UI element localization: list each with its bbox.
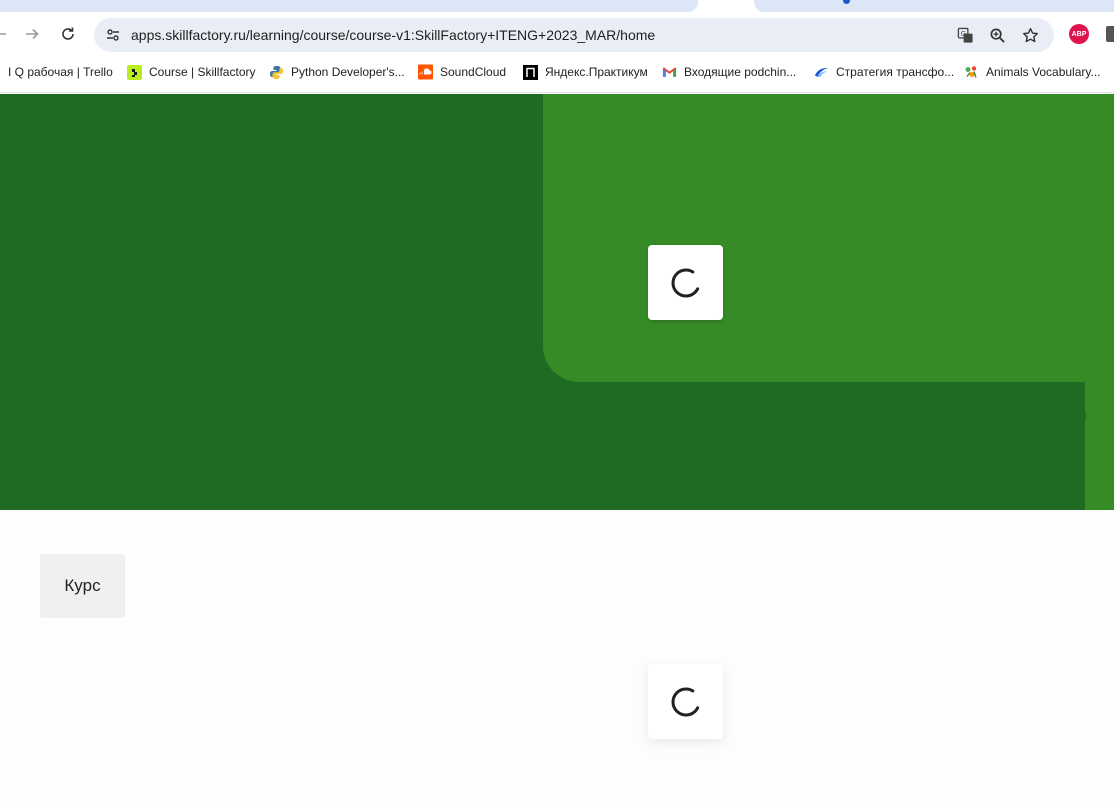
forward-button[interactable] [20, 22, 44, 46]
animals-icon [964, 65, 979, 80]
bookmark-label: Course | Skillfactory [149, 65, 256, 79]
tab-course[interactable]: Курс [40, 554, 125, 618]
praktikum-icon [523, 64, 538, 80]
strategy-icon [814, 65, 829, 80]
hero-panel-edge [1085, 382, 1114, 510]
site-settings-icon[interactable] [102, 24, 124, 46]
spinner-icon [671, 687, 700, 716]
bookmark-label: I Q рабочая | Trello [8, 65, 113, 79]
url-text[interactable]: apps.skillfactory.ru/learning/course/cou… [131, 27, 655, 43]
extension-icon[interactable] [1106, 26, 1114, 42]
address-bar[interactable]: apps.skillfactory.ru/learning/course/cou… [94, 18, 1054, 52]
bookmark-trello[interactable]: I Q рабочая | Trello [8, 61, 113, 83]
back-button[interactable] [0, 22, 12, 46]
tab-strip [0, 0, 1114, 13]
bookmark-star-icon[interactable] [1018, 23, 1042, 47]
browser-chrome: apps.skillfactory.ru/learning/course/cou… [0, 0, 1114, 93]
bookmark-soundcloud[interactable]: SoundCloud [418, 61, 506, 83]
spinner-icon [671, 268, 700, 297]
skillfactory-icon [127, 64, 142, 80]
back-arrow-icon [0, 33, 6, 35]
bookmark-skillfactory[interactable]: Course | Skillfactory [127, 61, 255, 83]
hero-loading-indicator [648, 245, 723, 320]
gmail-icon [662, 65, 677, 80]
browser-tab[interactable] [0, 0, 698, 12]
bookmark-python[interactable]: Python Developer's... [269, 61, 405, 83]
reload-icon [62, 27, 74, 40]
tab-course-label: Курс [64, 576, 101, 595]
tab-indicator-icon [843, 0, 850, 4]
bookmark-label: SoundCloud [440, 65, 507, 79]
reload-button[interactable] [56, 22, 80, 46]
python-icon [269, 65, 284, 80]
bookmark-label: Входящие podchin... [684, 65, 797, 79]
bookmark-label: Яндекс.Практикум [545, 65, 648, 79]
bookmark-praktikum[interactable]: Яндекс.Практикум [523, 61, 648, 83]
hero-panel-notch [1050, 382, 1086, 418]
bookmark-label: Стратегия трансфо... [836, 65, 955, 79]
forward-arrow-icon [26, 28, 39, 40]
bookmark-label: Animals Vocabulary... [986, 65, 1101, 79]
adblock-plus-icon[interactable]: ABP [1069, 24, 1089, 44]
hero-panel [543, 94, 1114, 382]
bookmark-animals[interactable]: Animals Vocabulary... [964, 61, 1101, 83]
translate-icon[interactable]: G [953, 23, 977, 47]
content-loading-indicator [648, 664, 723, 739]
bookmark-strategy[interactable]: Стратегия трансфо... [814, 61, 954, 83]
zoom-icon[interactable] [985, 23, 1009, 47]
soundcloud-icon [418, 64, 433, 80]
browser-tab[interactable] [754, 0, 1114, 12]
bookmark-gmail[interactable]: Входящие podchin... [662, 61, 796, 83]
svg-text:G: G [960, 29, 965, 37]
bookmarks-bar: I Q рабочая | Trello Course | Skillfacto… [0, 61, 1114, 83]
course-hero [0, 94, 1114, 510]
bookmark-label: Python Developer's... [291, 65, 405, 79]
